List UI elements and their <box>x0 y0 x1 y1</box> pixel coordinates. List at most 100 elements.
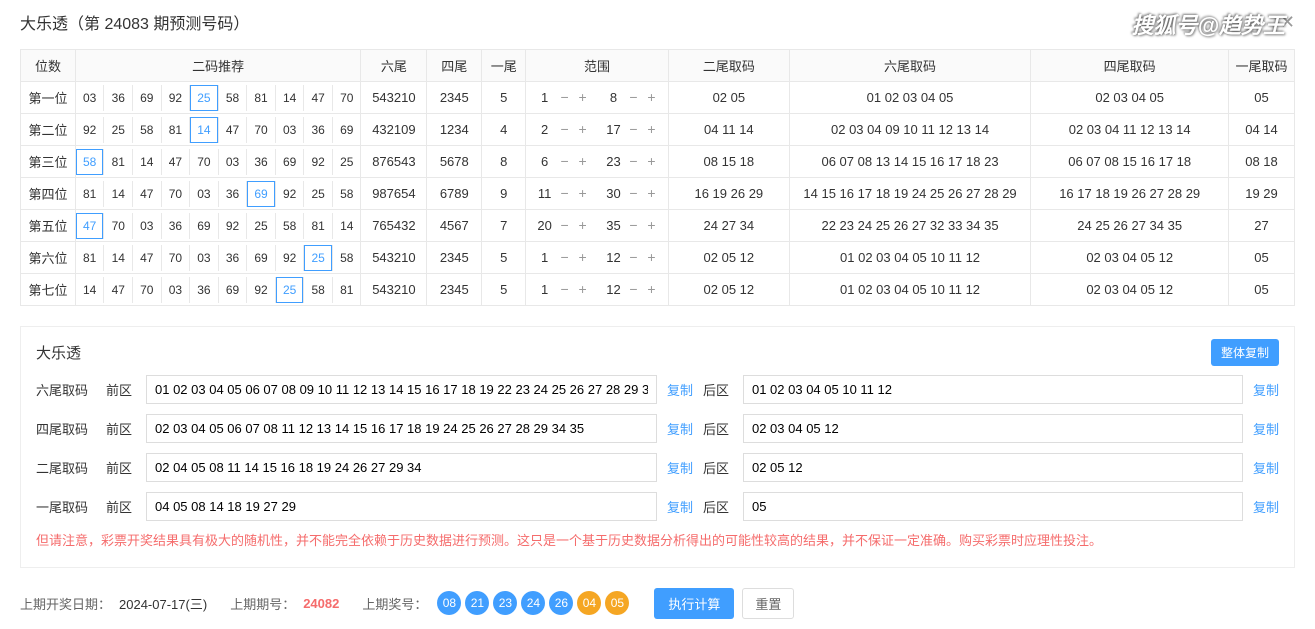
plus-icon[interactable]: + <box>642 89 660 107</box>
minus-icon[interactable]: − <box>556 281 574 299</box>
code-box[interactable]: 81 <box>104 149 133 175</box>
code-box[interactable]: 81 <box>162 117 191 143</box>
minus-icon[interactable]: − <box>556 89 574 107</box>
minus-icon[interactable]: − <box>556 153 574 171</box>
code-box[interactable]: 03 <box>190 245 219 271</box>
code-box[interactable]: 47 <box>133 245 162 271</box>
code-box[interactable]: 36 <box>190 277 219 303</box>
plus-icon[interactable]: + <box>574 121 592 139</box>
code-box[interactable]: 25 <box>304 245 333 271</box>
code-box[interactable]: 14 <box>76 277 105 303</box>
minus-icon[interactable]: − <box>624 217 642 235</box>
plus-icon[interactable]: + <box>642 185 660 203</box>
code-box[interactable]: 70 <box>104 213 133 239</box>
code-box[interactable]: 58 <box>276 213 305 239</box>
plus-icon[interactable]: + <box>642 153 660 171</box>
minus-icon[interactable]: − <box>556 121 574 139</box>
copy-button[interactable]: 复制 <box>1253 458 1279 477</box>
code-box[interactable]: 47 <box>162 149 191 175</box>
range-min-stepper[interactable]: 1−+ <box>534 89 592 107</box>
code-box[interactable]: 14 <box>333 213 361 239</box>
code-box[interactable]: 81 <box>304 213 333 239</box>
code-box[interactable]: 47 <box>104 277 133 303</box>
range-max-stepper[interactable]: 30−+ <box>602 185 660 203</box>
range-min-stepper[interactable]: 20−+ <box>534 217 592 235</box>
code-box[interactable]: 25 <box>104 117 133 143</box>
code-box[interactable]: 47 <box>304 85 333 111</box>
range-max-stepper[interactable]: 12−+ <box>602 249 660 267</box>
code-box[interactable]: 14 <box>104 181 133 207</box>
code-box[interactable]: 36 <box>104 85 133 111</box>
back-input[interactable] <box>743 375 1243 404</box>
code-box[interactable]: 58 <box>333 181 361 207</box>
close-icon[interactable]: ✕ <box>1280 12 1295 33</box>
code-box[interactable]: 47 <box>219 117 248 143</box>
code-box[interactable]: 25 <box>333 149 361 175</box>
code-box[interactable]: 92 <box>276 181 305 207</box>
code-box[interactable]: 69 <box>333 117 361 143</box>
code-box[interactable]: 36 <box>219 181 248 207</box>
code-box[interactable]: 25 <box>276 277 305 303</box>
code-box[interactable]: 03 <box>162 277 191 303</box>
code-box[interactable]: 69 <box>276 149 305 175</box>
plus-icon[interactable]: + <box>574 153 592 171</box>
code-box[interactable]: 58 <box>76 149 105 175</box>
range-min-stepper[interactable]: 1−+ <box>534 249 592 267</box>
code-box[interactable]: 92 <box>76 117 105 143</box>
range-max-stepper[interactable]: 23−+ <box>602 153 660 171</box>
code-box[interactable]: 25 <box>190 85 219 111</box>
minus-icon[interactable]: − <box>556 249 574 267</box>
code-box[interactable]: 58 <box>333 245 361 271</box>
copy-all-button[interactable]: 整体复制 <box>1211 339 1279 366</box>
plus-icon[interactable]: + <box>574 281 592 299</box>
copy-button[interactable]: 复制 <box>667 497 693 516</box>
plus-icon[interactable]: + <box>574 89 592 107</box>
code-box[interactable]: 03 <box>133 213 162 239</box>
range-min-stepper[interactable]: 1−+ <box>534 281 592 299</box>
front-input[interactable] <box>146 414 657 443</box>
front-input[interactable] <box>146 492 657 521</box>
code-box[interactable]: 47 <box>133 181 162 207</box>
range-min-stepper[interactable]: 2−+ <box>534 121 592 139</box>
range-min-stepper[interactable]: 6−+ <box>534 153 592 171</box>
code-box[interactable]: 81 <box>247 85 276 111</box>
range-max-stepper[interactable]: 8−+ <box>602 89 660 107</box>
plus-icon[interactable]: + <box>642 281 660 299</box>
code-box[interactable]: 25 <box>247 213 276 239</box>
copy-button[interactable]: 复制 <box>1253 497 1279 516</box>
reset-button[interactable]: 重置 <box>742 588 794 619</box>
code-box[interactable]: 14 <box>133 149 162 175</box>
back-input[interactable] <box>743 453 1243 482</box>
plus-icon[interactable]: + <box>574 249 592 267</box>
code-box[interactable]: 25 <box>304 181 333 207</box>
code-box[interactable]: 70 <box>247 117 276 143</box>
front-input[interactable] <box>146 375 657 404</box>
range-max-stepper[interactable]: 35−+ <box>602 217 660 235</box>
code-box[interactable]: 70 <box>162 245 191 271</box>
code-box[interactable]: 03 <box>276 117 305 143</box>
code-box[interactable]: 36 <box>247 149 276 175</box>
code-box[interactable]: 69 <box>247 181 276 207</box>
minus-icon[interactable]: − <box>556 217 574 235</box>
minus-icon[interactable]: − <box>624 89 642 107</box>
range-min-stepper[interactable]: 11−+ <box>534 185 592 203</box>
front-input[interactable] <box>146 453 657 482</box>
plus-icon[interactable]: + <box>642 249 660 267</box>
plus-icon[interactable]: + <box>642 217 660 235</box>
minus-icon[interactable]: − <box>556 185 574 203</box>
code-box[interactable]: 70 <box>333 85 361 111</box>
code-box[interactable]: 92 <box>276 245 305 271</box>
minus-icon[interactable]: − <box>624 185 642 203</box>
plus-icon[interactable]: + <box>574 185 592 203</box>
copy-button[interactable]: 复制 <box>667 380 693 399</box>
code-box[interactable]: 14 <box>104 245 133 271</box>
copy-button[interactable]: 复制 <box>667 458 693 477</box>
minus-icon[interactable]: − <box>624 153 642 171</box>
copy-button[interactable]: 复制 <box>1253 419 1279 438</box>
code-box[interactable]: 36 <box>162 213 191 239</box>
code-box[interactable]: 69 <box>133 85 162 111</box>
code-box[interactable]: 69 <box>247 245 276 271</box>
code-box[interactable]: 47 <box>76 213 105 239</box>
code-box[interactable]: 14 <box>276 85 305 111</box>
minus-icon[interactable]: − <box>624 121 642 139</box>
